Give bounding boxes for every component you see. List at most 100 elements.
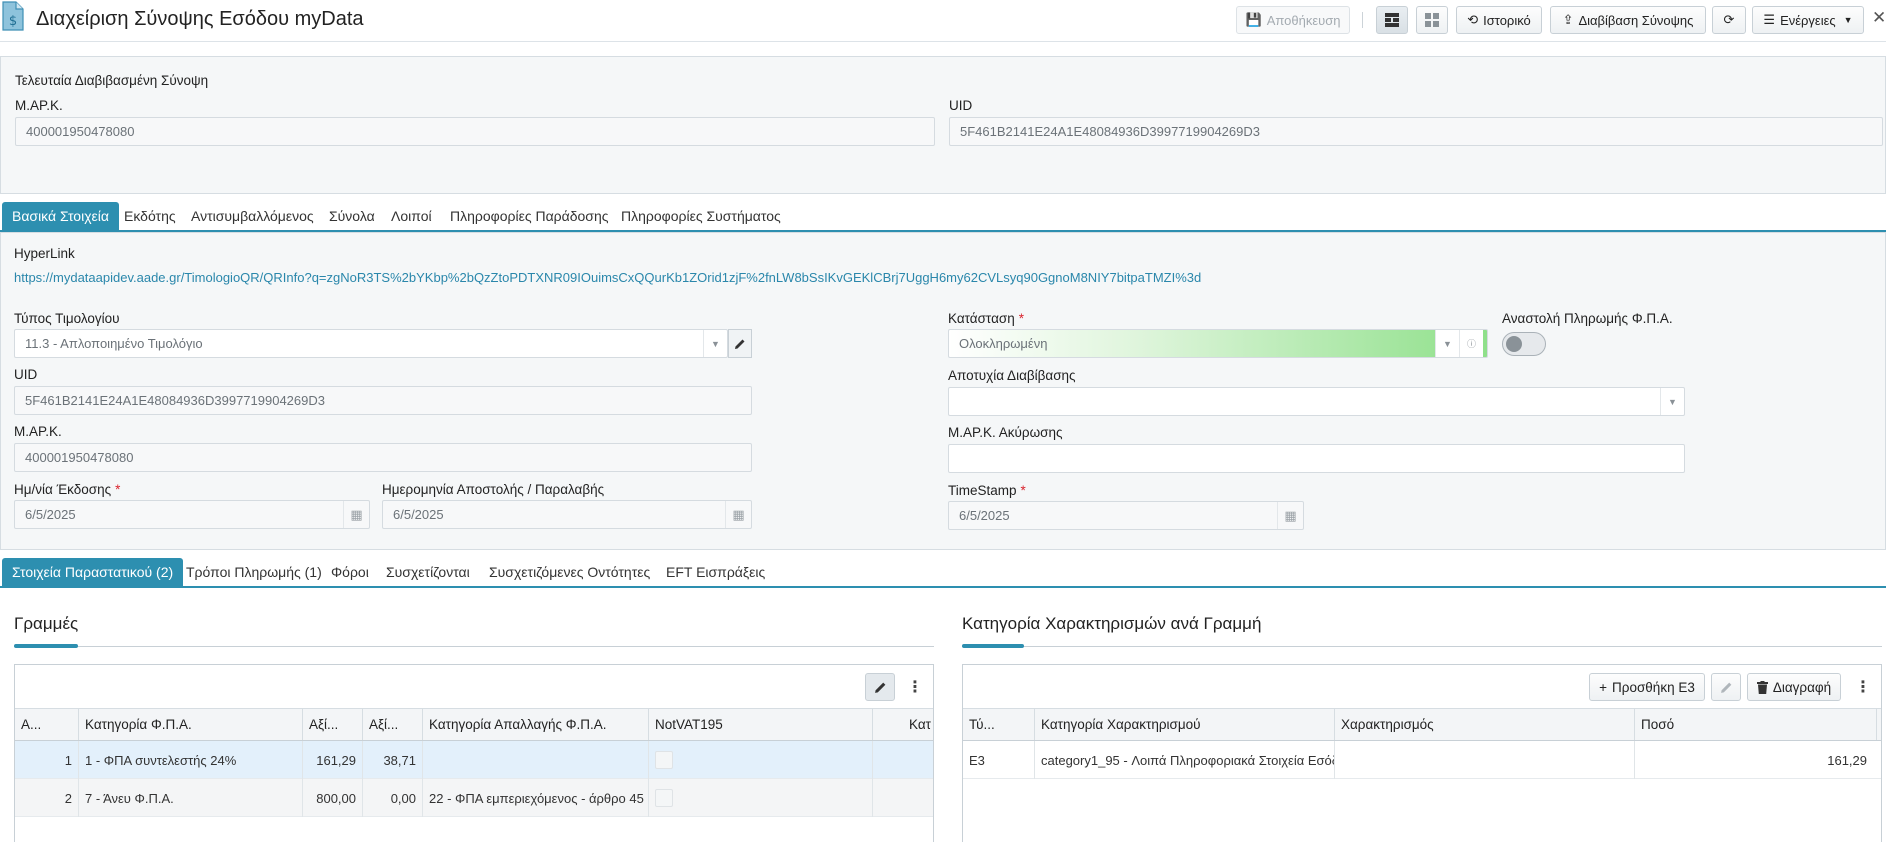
col-header[interactable]: Αξί...: [363, 709, 423, 740]
classifications-grid: + Προσθήκη Ε3 Διαγραφή ⋮ Τύ... Κατηγορία…: [962, 664, 1882, 842]
col-header[interactable]: Χαρακτηρισμός: [1335, 709, 1635, 740]
more-options-icon[interactable]: ⋮: [1853, 673, 1873, 701]
tab-related-entities[interactable]: Συσχετιζόμενες Οντότητες: [489, 558, 650, 586]
calendar-icon[interactable]: ▦: [343, 501, 369, 528]
form-layout-button[interactable]: [1376, 6, 1408, 34]
vat-suspension-label: Αναστολή Πληρωμής Φ.Π.Α.: [1502, 311, 1673, 326]
status-select[interactable]: Ολοκληρωμένη ▼ ⓘ: [948, 329, 1488, 358]
cell-amount: 161,29: [1827, 752, 1867, 768]
menu-icon: ☰: [1763, 12, 1776, 27]
panel-title: Τελευταία Διαβιβασμένη Σύνοψη: [15, 73, 209, 88]
edit-classification-button[interactable]: [1711, 673, 1741, 701]
refresh-button[interactable]: ⟳: [1712, 6, 1746, 34]
more-options-icon[interactable]: ⋮: [905, 673, 925, 701]
add-e3-button[interactable]: + Προσθήκη Ε3: [1589, 673, 1705, 701]
read-summary-button[interactable]: ⇪ Διαβίβαση Σύνοψης: [1550, 6, 1706, 34]
tab-other[interactable]: Λοιποί: [391, 202, 432, 230]
pencil-icon: [1720, 682, 1731, 693]
col-header[interactable]: Κατηγορία Φ.Π.Α.: [79, 709, 303, 740]
cancel-mark-field[interactable]: [948, 444, 1685, 473]
grid-layout-button[interactable]: [1416, 6, 1448, 34]
cell-vat-category: 7 - Άνευ Φ.Π.Α.: [79, 779, 303, 817]
notvat195-checkbox[interactable]: [655, 789, 673, 807]
cell-vat-value: 0,00: [363, 779, 423, 817]
table-row[interactable]: E3 category1_95 - Λοιπά Πληροφοριακά Στο…: [963, 741, 1881, 779]
edit-line-button[interactable]: [865, 673, 895, 701]
delete-button[interactable]: Διαγραφή: [1747, 673, 1841, 701]
tab-related[interactable]: Συσχετίζονται: [386, 558, 470, 586]
layout-form-icon: [1385, 13, 1399, 27]
layout-grid-icon: [1425, 13, 1439, 27]
cell-net-value: 800,00: [303, 779, 363, 817]
tab-totals[interactable]: Σύνολα: [329, 202, 375, 230]
cell-classification: [1335, 741, 1635, 779]
close-icon[interactable]: ✕: [1872, 8, 1886, 28]
tab-counterpart[interactable]: Αντισυμβαλλόμενος: [191, 202, 314, 230]
last-uid-field[interactable]: 5F461B2141E24A1E48084936D3997719904269D3: [949, 117, 1883, 146]
col-header[interactable]: Κατηγορία Απαλλαγής Φ.Π.Α.: [423, 709, 649, 740]
toggle-knob: [1506, 336, 1522, 352]
timestamp-field[interactable]: 6/5/2025 ▦: [948, 501, 1304, 530]
save-button[interactable]: 💾 Αποθήκευση: [1236, 6, 1350, 34]
toolbar-separator: [1362, 12, 1363, 28]
chevron-down-icon[interactable]: ▼: [703, 330, 727, 357]
pencil-icon: [735, 339, 745, 349]
cell-net-value: 161,29: [303, 741, 363, 779]
cell-notvat195: [649, 741, 873, 779]
chevron-down-icon[interactable]: ▼: [1660, 388, 1684, 415]
chevron-down-icon[interactable]: ▼: [1435, 330, 1459, 357]
mark-label: Μ.ΑΡ.Κ.: [14, 424, 62, 439]
col-header[interactable]: Ποσό: [1635, 709, 1877, 740]
col-header[interactable]: Α...: [15, 709, 79, 740]
page-title: Διαχείριση Σύνοψης Εσόδου myData: [36, 8, 364, 30]
dispatch-date-label: Ημερομηνία Αποστολής / Παραλαβής: [382, 482, 605, 497]
last-summary-panel: Τελευταία Διαβιβασμένη Σύνοψη Μ.ΑΡ.Κ. 40…: [0, 56, 1886, 194]
lines-grid: ⋮ Α... Κατηγορία Φ.Π.Α. Αξί... Αξί... Κα…: [14, 664, 934, 842]
tab-eft-receipts[interactable]: EFT Εισπράξεις: [666, 558, 765, 586]
calendar-icon[interactable]: ▦: [1277, 502, 1303, 529]
tab-system-info[interactable]: Πληροφορίες Συστήματος: [621, 202, 781, 230]
cancel-mark-label: Μ.ΑΡ.Κ. Ακύρωσης: [948, 425, 1063, 440]
history-icon: ⟲: [1467, 12, 1479, 27]
invoice-type-select[interactable]: 11.3 - Απλοποιημένο Τιμολόγιο ▼: [14, 329, 728, 358]
mark-label: Μ.ΑΡ.Κ.: [15, 98, 63, 113]
edit-invoice-type-button[interactable]: [728, 329, 752, 358]
vat-suspension-toggle[interactable]: [1502, 332, 1546, 356]
info-icon[interactable]: ⓘ: [1459, 330, 1483, 357]
table-row[interactable]: 1 1 - ΦΠΑ συντελεστής 24% 161,29 38,71: [15, 741, 933, 779]
transmission-failure-select[interactable]: ▼: [948, 387, 1685, 416]
table-row[interactable]: 2 7 - Άνευ Φ.Π.Α. 800,00 0,00 22 - ΦΠΑ ε…: [15, 779, 933, 817]
actions-dropdown-button[interactable]: ☰ Ενέργειες ▼: [1752, 6, 1864, 34]
cell-vat-category: 1 - ΦΠΑ συντελεστής 24%: [79, 741, 303, 779]
dispatch-date-field[interactable]: 6/5/2025 ▦: [382, 500, 752, 529]
mark-field[interactable]: 400001950478080: [14, 443, 752, 472]
col-header[interactable]: Κατ: [903, 709, 933, 740]
issue-date-field[interactable]: 6/5/2025 ▦: [14, 500, 370, 529]
history-button[interactable]: ⟲ Ιστορικό: [1456, 6, 1542, 34]
classifications-grid-toolbar: + Προσθήκη Ε3 Διαγραφή ⋮: [963, 665, 1881, 709]
caret-down-icon: ▼: [1843, 15, 1853, 25]
last-mark-field[interactable]: 400001950478080: [15, 117, 935, 146]
classifications-divider: [962, 646, 1882, 647]
tab-delivery-info[interactable]: Πληροφορίες Παράδοσης: [450, 202, 608, 230]
tab-basic-info[interactable]: Βασικά Στοιχεία: [2, 202, 120, 230]
tab-payment-methods[interactable]: Τρόποι Πληρωμής (1): [186, 558, 322, 586]
calendar-icon[interactable]: ▦: [725, 501, 751, 528]
tab-issuer[interactable]: Εκδότης: [124, 202, 176, 230]
classifications-grid-header: Τύ... Κατηγορία Χαρακτηρισμού Χαρακτηρισ…: [963, 709, 1881, 741]
main-tabs: Βασικά Στοιχεία Εκδότης Αντισυμβαλλόμενο…: [0, 202, 1886, 232]
hyperlink-link[interactable]: https://mydataapidev.aade.gr/TimologioQR…: [14, 270, 1201, 285]
col-header[interactable]: Κατηγορία Χαρακτηρισμού: [1035, 709, 1335, 740]
uid-field[interactable]: 5F461B2141E24A1E48084936D3997719904269D3: [14, 386, 752, 415]
tab-taxes[interactable]: Φόροι: [331, 558, 369, 586]
status-label: Κατάσταση *: [948, 311, 1024, 326]
col-header[interactable]: Τύ...: [963, 709, 1035, 740]
classifications-title: Κατηγορία Χαρακτηρισμών ανά Γραμμή: [962, 614, 1262, 633]
lines-title: Γραμμές: [14, 614, 79, 633]
notvat195-checkbox[interactable]: [655, 751, 673, 769]
tab-document-items[interactable]: Στοιχεία Παραστατικού (2): [2, 558, 184, 586]
col-header[interactable]: NotVAT195: [649, 709, 873, 740]
cell-notvat195: [649, 779, 873, 817]
col-header[interactable]: Αξί...: [303, 709, 363, 740]
page-header: $ Διαχείριση Σύνοψης Εσόδου myData 💾 Απο…: [0, 0, 1886, 42]
